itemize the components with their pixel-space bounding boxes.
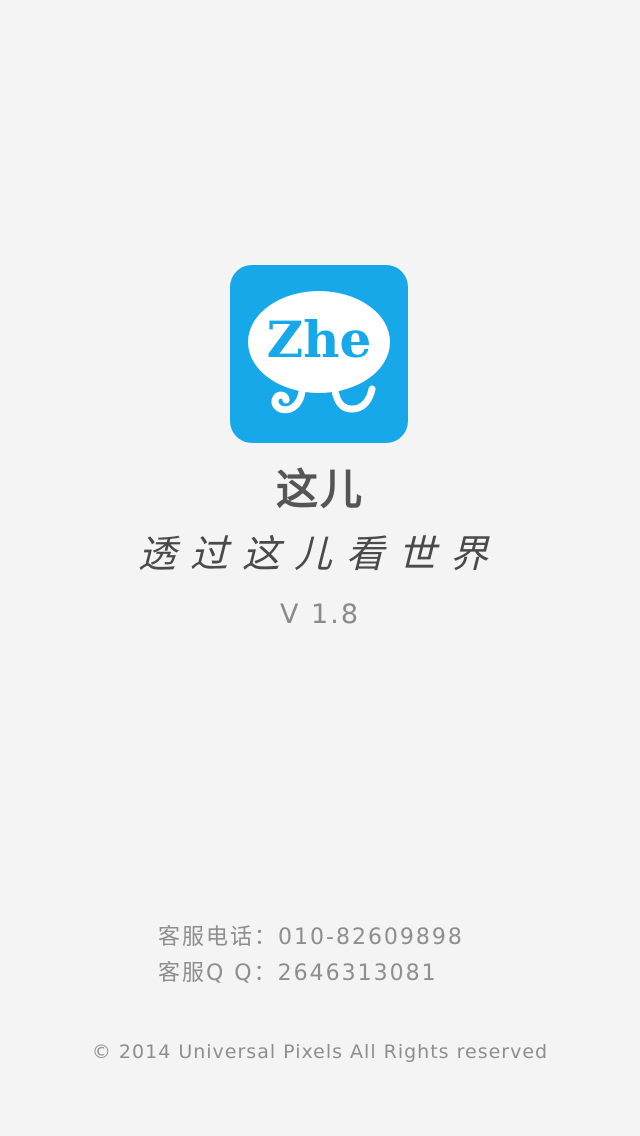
phone-label: 客服电话：: [158, 925, 279, 950]
logo-text: Zhe: [267, 310, 372, 369]
splash-screen: Zhe 这儿 透过这儿看世界 V 1.8 客服电话：010-82609898 客…: [0, 0, 640, 1136]
customer-service-qq: 客服Q Q：2646313081: [158, 958, 578, 990]
phone-value: 010-82609898: [278, 925, 464, 950]
app-logo-icon: Zhe: [230, 265, 408, 443]
app-name: 这儿: [275, 465, 364, 514]
qq-label: 客服Q Q：: [158, 961, 278, 986]
customer-service-phone: 客服电话：010-82609898: [158, 922, 578, 954]
app-version: V 1.8: [280, 599, 360, 630]
app-slogan: 透过这儿看世界: [137, 532, 502, 576]
copyright-notice: © 2014 Universal Pixels All Rights reser…: [91, 1041, 549, 1063]
qq-value: 2646313081: [277, 961, 438, 986]
